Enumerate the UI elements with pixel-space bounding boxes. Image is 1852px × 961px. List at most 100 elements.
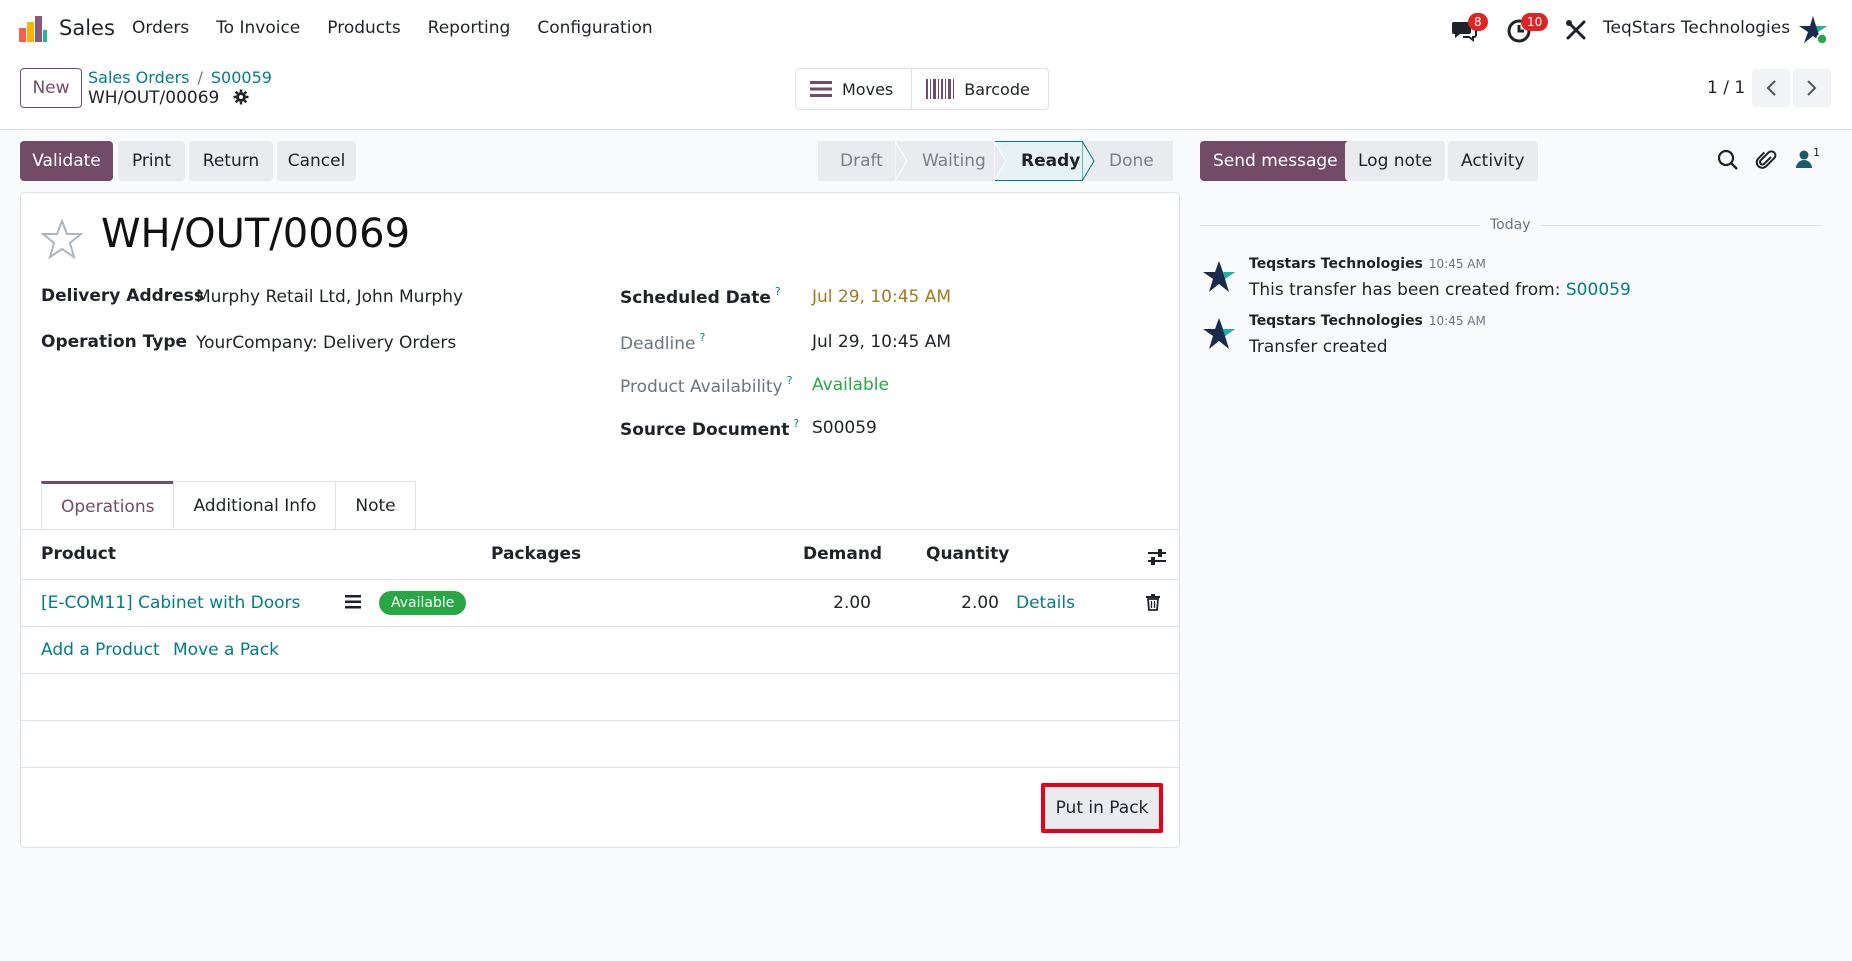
operation-type-label: Operation Type <box>41 332 188 352</box>
validate-button[interactable]: Validate <box>20 141 113 181</box>
control-panel: New Sales Orders / S00059 WH/OUT/00069 Mov… <box>0 58 1852 130</box>
table-row[interactable]: [E-COM11] Cabinet with Doors Available 2… <box>21 580 1179 627</box>
optional-columns-sliders-icon[interactable] <box>1147 548 1167 566</box>
gear-icon[interactable] <box>233 89 249 105</box>
pager-value[interactable]: 1 / 1 <box>1707 78 1745 98</box>
product-availability-label-text: Product Availability <box>620 377 783 397</box>
put-in-pack-button[interactable]: Put in Pack <box>1041 783 1163 833</box>
help-tooltip-icon[interactable]: ? <box>699 331 705 344</box>
product-availability-label: Product Availability? <box>620 374 792 397</box>
row-quantity[interactable]: 2.00 <box>961 593 999 613</box>
message-author[interactable]: Teqstars Technologies 10:45 AM <box>1249 256 1486 272</box>
delivery-address-field[interactable]: Murphy Retail Ltd, John Murphy <box>196 287 463 307</box>
author-avatar-icon[interactable] <box>1202 317 1236 351</box>
pager-previous-button[interactable] <box>1752 69 1790 107</box>
source-document-label: Source Document? <box>620 417 799 440</box>
menu-reporting[interactable]: Reporting <box>428 18 511 38</box>
deadline-label: Deadline? <box>620 331 705 354</box>
record-title: WH/OUT/00069 <box>101 211 411 257</box>
deadline-field[interactable]: Jul 29, 10:45 AM <box>812 332 951 352</box>
menu-configuration[interactable]: Configuration <box>537 18 652 38</box>
row-details-button[interactable]: Details <box>1016 593 1075 613</box>
breadcrumb-sale-order[interactable]: S00059 <box>211 68 272 87</box>
scheduled-date-field[interactable]: Jul 29, 10:45 AM <box>812 287 951 307</box>
message-time: 10:45 AM <box>1428 257 1486 271</box>
top-navbar: Sales Orders To Invoice Products Reporti… <box>0 0 1852 58</box>
print-button[interactable]: Print <box>118 141 185 181</box>
barcode-icon <box>926 79 955 99</box>
message-source-link[interactable]: S00059 <box>1566 280 1631 300</box>
sales-app-icon[interactable] <box>19 16 47 42</box>
product-availability-field: Available <box>812 375 889 395</box>
column-packages[interactable]: Packages <box>491 544 581 564</box>
tab-operations[interactable]: Operations <box>41 481 175 529</box>
notebook-tabs: Operations Additional Info Note <box>41 481 416 529</box>
paperclip-icon[interactable] <box>1755 149 1777 171</box>
followers-count: 1 <box>1813 146 1820 159</box>
stage-draft-label: Draft <box>840 151 883 171</box>
message-author-name[interactable]: Teqstars Technologies <box>1249 313 1423 329</box>
help-tooltip-icon[interactable]: ? <box>787 374 793 387</box>
detailed-operations-list-icon[interactable] <box>345 595 361 609</box>
stage-arrow <box>994 141 1007 181</box>
column-quantity[interactable]: Quantity <box>926 544 1009 564</box>
menu-products[interactable]: Products <box>327 18 400 38</box>
author-avatar-icon[interactable] <box>1202 260 1236 294</box>
message-author[interactable]: Teqstars Technologies 10:45 AM <box>1249 313 1486 329</box>
followers-user-icon[interactable] <box>1795 149 1813 169</box>
stage-waiting-label: Waiting <box>922 151 986 171</box>
stage-ready-label: Ready <box>1021 151 1081 171</box>
help-tooltip-icon[interactable]: ? <box>793 417 799 430</box>
row-product-link[interactable]: [E-COM11] Cabinet with Doors <box>41 593 300 613</box>
stage-ready[interactable]: Ready <box>995 141 1095 181</box>
send-message-button[interactable]: Send message <box>1200 141 1351 181</box>
stage-done[interactable]: Done <box>1083 141 1173 181</box>
cancel-button[interactable]: Cancel <box>277 141 356 181</box>
date-separator-line <box>1541 225 1822 226</box>
add-product-link[interactable]: Add a Product <box>41 640 160 660</box>
log-note-button[interactable]: Log note <box>1345 141 1446 181</box>
activities-badge: 10 <box>1521 13 1549 31</box>
stage-arrow <box>1082 141 1095 181</box>
trash-icon[interactable] <box>1146 594 1160 611</box>
return-button[interactable]: Return <box>189 141 273 181</box>
operation-type-field[interactable]: YourCompany: Delivery Orders <box>196 333 456 353</box>
tab-note[interactable]: Note <box>335 481 416 529</box>
help-tooltip-icon[interactable]: ? <box>775 285 781 298</box>
scheduled-date-label-text: Scheduled Date <box>620 288 771 308</box>
debug-tools-icon[interactable] <box>1565 17 1587 43</box>
source-document-field[interactable]: S00059 <box>812 418 877 438</box>
column-product[interactable]: Product <box>41 544 116 564</box>
scheduled-date-label: Scheduled Date? <box>620 285 781 308</box>
user-avatar-icon[interactable] <box>1797 14 1829 46</box>
row-demand[interactable]: 2.00 <box>833 593 871 613</box>
search-icon[interactable] <box>1717 149 1739 171</box>
moves-label: Moves <box>842 79 894 99</box>
pager-next-button[interactable] <box>1793 69 1831 107</box>
stage-draft[interactable]: Draft <box>818 141 908 181</box>
menu-orders[interactable]: Orders <box>132 18 189 38</box>
form-sheet: WH/OUT/00069 Delivery Address Murphy Ret… <box>20 192 1180 848</box>
app-name[interactable]: Sales <box>59 16 115 40</box>
stage-arrow <box>895 141 908 181</box>
message-author-name[interactable]: Teqstars Technologies <box>1249 256 1423 272</box>
availability-status-badge: Available <box>379 591 467 615</box>
message-body: Transfer created <box>1249 337 1388 357</box>
moves-button[interactable]: Moves <box>796 69 911 109</box>
main-menu: Orders To Invoice Products Reporting Con… <box>132 18 680 38</box>
company-switcher[interactable]: TeqStars Technologies <box>1603 18 1790 38</box>
star-favorite-icon[interactable] <box>41 219 83 259</box>
breadcrumb-separator: / <box>197 68 203 87</box>
breadcrumb: Sales Orders / S00059 <box>88 68 272 87</box>
breadcrumb-sales-orders[interactable]: Sales Orders <box>88 68 189 87</box>
menu-to-invoice[interactable]: To Invoice <box>216 18 300 38</box>
move-pack-link[interactable]: Move a Pack <box>173 640 279 660</box>
stage-waiting[interactable]: Waiting <box>896 141 1007 181</box>
deadline-label-text: Deadline <box>620 334 696 354</box>
tab-additional-info[interactable]: Additional Info <box>173 481 337 529</box>
new-button[interactable]: New <box>20 68 82 108</box>
activity-button[interactable]: Activity <box>1448 141 1538 181</box>
column-demand[interactable]: Demand <box>803 544 882 564</box>
barcode-button[interactable]: Barcode <box>911 69 1048 109</box>
stage-done-label: Done <box>1109 151 1154 171</box>
